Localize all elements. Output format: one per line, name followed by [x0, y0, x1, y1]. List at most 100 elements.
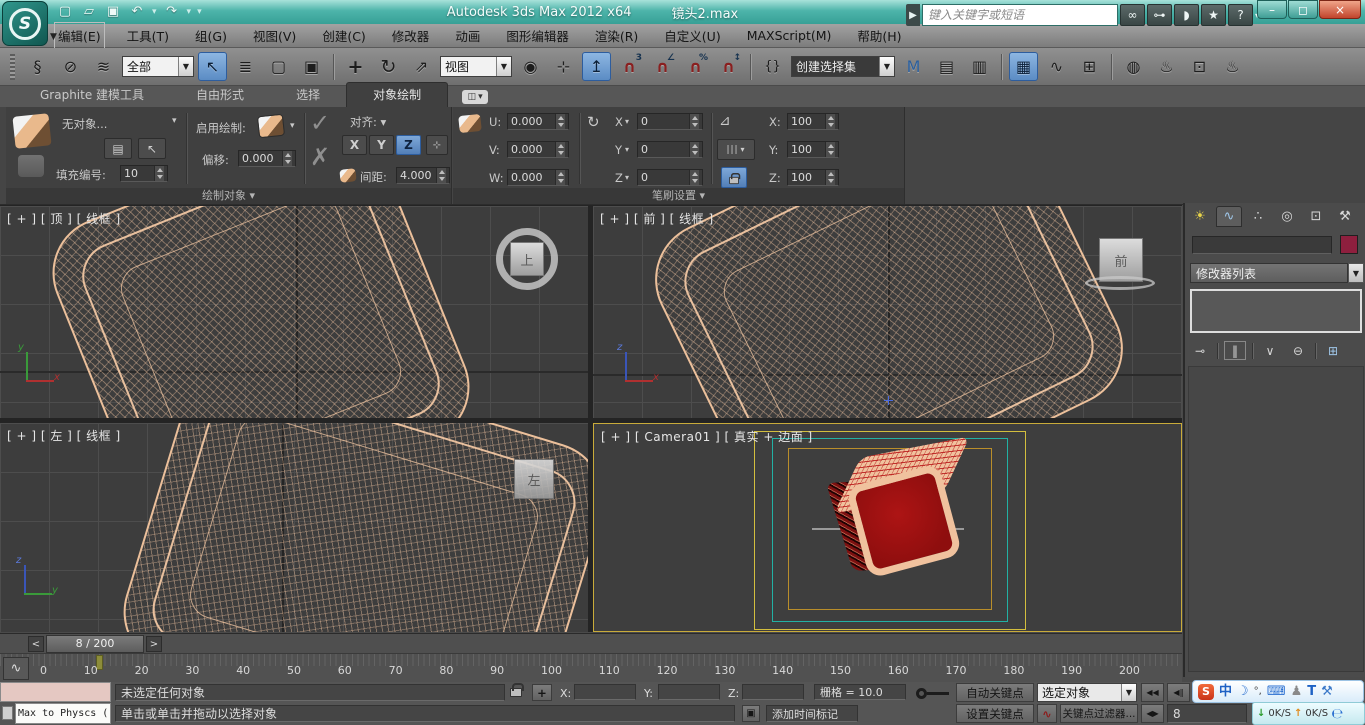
undo-button[interactable]: ↶ [128, 3, 146, 21]
add-time-tag-field[interactable]: 添加时间标记 [766, 705, 858, 722]
align-dropdown[interactable]: 对齐: ▾ [350, 114, 386, 130]
menu-item[interactable]: 工具(T) [127, 26, 169, 45]
spinner-arrows[interactable] [689, 170, 699, 185]
search-input[interactable] [922, 4, 1118, 26]
menu-item[interactable]: 修改器 [392, 26, 430, 45]
tab-create-icon[interactable]: ☀ [1187, 206, 1213, 227]
open-mini-curve-editor-button[interactable]: ∿ [3, 657, 29, 680]
spinner-arrows[interactable] [282, 151, 292, 166]
rendered-frame-window-button[interactable]: ⊡ [1185, 52, 1214, 81]
menu-item[interactable]: 渲染(R) [595, 26, 638, 45]
current-frame-field[interactable]: 8 [1167, 704, 1247, 723]
edit-object-list-button[interactable]: ▤ [104, 138, 132, 159]
application-menu-button[interactable]: S [2, 1, 48, 46]
select-by-name-button[interactable]: ≣ [231, 52, 260, 81]
viewport-label-top[interactable]: [ + ] [ 顶 ] [ 线框 ] [7, 210, 121, 227]
commit-paint-icon[interactable]: ✓ [310, 109, 330, 137]
dropdown-arrow-icon[interactable]: ▼ [879, 57, 894, 76]
render-production-button[interactable]: ♨ [1218, 52, 1247, 81]
select-and-rotate-button[interactable]: ↻ [374, 52, 403, 81]
graphite-modeling-tools-toggle[interactable]: ▦ [1009, 52, 1038, 81]
track-bar[interactable]: ∿ 01020304050607080901001101201301401501… [0, 653, 1182, 682]
paint-fill-icon[interactable] [18, 155, 44, 177]
paint-brush-icon[interactable] [12, 113, 51, 149]
go-to-start-button[interactable]: ◀◀ [1141, 683, 1164, 702]
next-frame-button[interactable]: > [146, 636, 162, 652]
align-y-button[interactable]: Y [369, 135, 394, 155]
spinner-arrows[interactable] [154, 166, 164, 181]
render-setup-button[interactable]: ♨ [1152, 52, 1181, 81]
tab-hierarchy-icon[interactable]: ∴ [1245, 206, 1271, 227]
unlink-selection-icon[interactable]: ⊘ [56, 52, 85, 81]
new-file-button[interactable]: ▢ [56, 3, 74, 21]
ime-skin-icon[interactable]: T [1307, 685, 1316, 698]
cancel-paint-icon[interactable]: ✗ [310, 143, 330, 171]
ime-punctuation-icon[interactable]: °, [1254, 687, 1262, 697]
angle-snap-toggle[interactable]: ∩∠ [648, 52, 677, 81]
spacing-field[interactable]: 4.000 [396, 167, 450, 184]
sogou-logo-icon[interactable]: S [1198, 684, 1214, 700]
rotate-x-caret[interactable]: ▾ [625, 117, 629, 126]
ime-account-icon[interactable]: ♟ [1291, 685, 1303, 698]
mirror-button[interactable]: M [899, 52, 928, 81]
viewport-front[interactable]: 前 z x [ + ] [ 前 ] [ 线框 ] [593, 206, 1182, 418]
menu-item[interactable]: 组(G) [195, 26, 227, 45]
modifier-list-arrow-icon[interactable]: ▼ [1348, 263, 1364, 283]
dropdown-arrow-icon[interactable]: ▼ [178, 57, 193, 76]
save-file-button[interactable]: ▣ [104, 3, 122, 21]
set-key-button[interactable]: 设置关键点 [956, 704, 1034, 723]
rectangular-selection-region-button[interactable]: ▢ [264, 52, 293, 81]
rotate-x-field[interactable]: 0 [637, 113, 703, 130]
keyboard-shortcut-override-toggle[interactable]: ↥ [582, 52, 611, 81]
x-coord-field[interactable] [574, 684, 636, 700]
snaps-toggle-3d[interactable]: ∩3 [615, 52, 644, 81]
search-icon[interactable]: ∞ [1120, 4, 1145, 26]
communication-center-icon[interactable]: ◗ [1174, 4, 1199, 26]
paint-objects-panel-label[interactable]: 绘制对象 ▾ [6, 188, 451, 204]
tab-freeform[interactable]: 自由形式 [170, 83, 270, 107]
undo-dropdown-caret[interactable]: ▾ [152, 7, 157, 17]
rollout-area[interactable] [1188, 366, 1364, 672]
menu-item[interactable]: 创建(C) [322, 26, 365, 45]
dropdown-arrow-icon[interactable]: ▼ [496, 57, 511, 76]
scale-x-field[interactable]: 100 [787, 113, 839, 130]
menu-item[interactable]: 自定义(U) [664, 26, 720, 45]
selection-filter-dropdown[interactable]: 全部 ▼ [122, 56, 194, 77]
ime-settings-wrench-icon[interactable]: ⚒ [1321, 685, 1333, 698]
menu-item[interactable]: 图形编辑器 [506, 26, 569, 45]
ime-soft-keyboard-icon[interactable]: ⌨ [1267, 685, 1286, 698]
select-and-scale-button[interactable]: ⇗ [407, 52, 436, 81]
spinner-arrows[interactable] [436, 168, 446, 183]
open-file-button[interactable]: ▱ [80, 3, 98, 21]
tab-utilities-icon[interactable]: ⚒ [1332, 206, 1358, 227]
object-name-field[interactable] [1192, 236, 1332, 254]
search-go-icon[interactable]: ▶ [906, 4, 920, 26]
ie-browser-icon[interactable]: ℮ [1331, 706, 1343, 722]
modifier-list-dropdown[interactable]: 修改器列表 [1190, 263, 1348, 283]
object-picker-caret[interactable]: ▾ [172, 116, 177, 126]
macro-recorder-pane[interactable] [0, 682, 111, 702]
select-and-move-button[interactable]: + [341, 52, 370, 81]
previous-key-button[interactable]: ◀‖ [1167, 683, 1190, 702]
spinner-arrows[interactable] [825, 114, 835, 129]
scale-z-field[interactable]: 100 [787, 169, 839, 186]
window-crossing-toggle[interactable]: ▣ [297, 52, 326, 81]
viewcube-compass-ring[interactable]: 上 [496, 228, 558, 290]
help-icon[interactable]: ? [1228, 4, 1253, 26]
align-z-button[interactable]: Z [396, 135, 421, 155]
time-slider-track[interactable]: < 8 / 200 > [0, 633, 1182, 653]
menu-item[interactable]: 视图(V) [253, 26, 296, 45]
toolbar-overflow-caret[interactable]: ▾ [197, 7, 202, 17]
viewport-camera[interactable]: [ + ] [ Camera01 ] [ 真实 + 边面 ] [593, 423, 1182, 632]
menu-item[interactable]: 帮助(H) [857, 26, 901, 45]
flip-align-button[interactable]: ⊹ [426, 135, 448, 155]
spinner-snap-toggle[interactable]: ∩↕ [714, 52, 743, 81]
w-field[interactable]: 0.000 [507, 169, 569, 186]
show-end-result-button[interactable]: ‖ [1224, 341, 1246, 360]
fill-number-field[interactable]: 10 [120, 165, 168, 182]
ime-fullhalf-moon-icon[interactable]: ☽ [1237, 685, 1249, 698]
y-coord-field[interactable] [658, 684, 720, 700]
object-color-swatch[interactable] [1340, 235, 1358, 254]
brush-settings-panel-label[interactable]: 笔刷设置 ▾ [453, 188, 904, 204]
scale-columns-button[interactable]: |||▾ [717, 139, 755, 160]
